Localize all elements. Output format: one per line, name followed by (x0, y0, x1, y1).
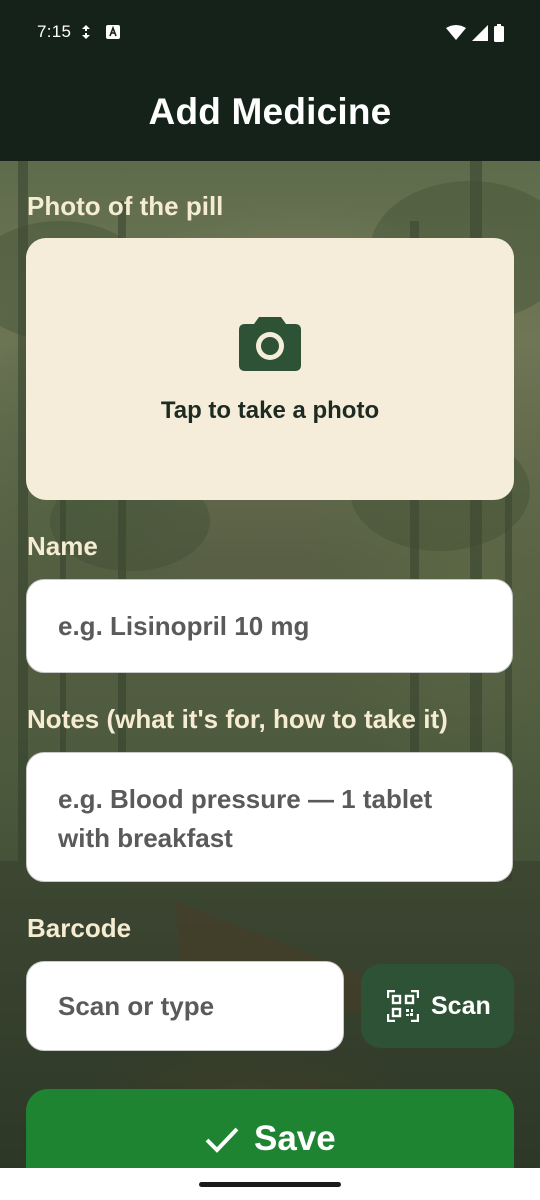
scan-button[interactable]: Scan (361, 964, 514, 1048)
battery-icon (494, 24, 504, 42)
photo-label: Photo of the pill (27, 191, 224, 221)
name-field[interactable]: e.g. Lisinopril 10 mg (26, 579, 513, 673)
name-label: Name (27, 531, 98, 561)
signal-icon (472, 25, 488, 41)
notes-placeholder-line2: with breakfast (58, 823, 233, 853)
notes-field[interactable]: e.g. Blood pressure — 1 tablet with brea… (26, 752, 513, 882)
app-bar: Add Medicine (0, 64, 540, 161)
name-placeholder: e.g. Lisinopril 10 mg (58, 611, 310, 641)
notes-label: Notes (what it's for, how to take it) (27, 704, 448, 734)
qr-scan-icon (387, 990, 419, 1022)
barcode-field[interactable]: Scan or type (26, 961, 344, 1051)
scan-button-label: Scan (431, 992, 491, 1020)
notes-placeholder-line1: e.g. Blood pressure — 1 tablet (58, 784, 433, 814)
barcode-label: Barcode (27, 913, 132, 943)
checkmark-icon (205, 1127, 239, 1153)
keyboard-a-icon (106, 25, 120, 39)
status-system-icons (446, 24, 504, 42)
save-button[interactable]: Save (26, 1089, 514, 1168)
photo-caption: Tap to take a photo (160, 397, 380, 424)
home-gesture-handle[interactable] (199, 1182, 341, 1187)
add-medicine-form[interactable]: Photo of the pill Tap to take a photo Na… (0, 161, 540, 1168)
status-time: 7:15 (37, 22, 72, 41)
page-title: Add Medicine (148, 90, 392, 132)
camera-icon (239, 317, 301, 371)
barcode-placeholder: Scan or type (58, 991, 215, 1021)
status-bar: 7:15 (0, 0, 540, 64)
wifi-icon (446, 25, 466, 40)
status-notification-icons (80, 24, 120, 40)
navigation-bar (0, 1168, 540, 1200)
data-saver-icon (82, 25, 90, 39)
save-button-label: Save (254, 1119, 336, 1158)
